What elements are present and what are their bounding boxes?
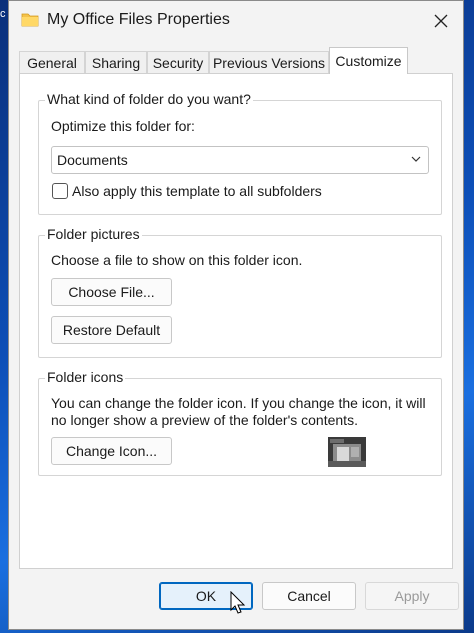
folder-pictures-group: Folder pictures Choose a file to show on… [38, 226, 442, 358]
window-title: My Office Files Properties [47, 11, 230, 28]
change-icon-button[interactable]: Change Icon... [51, 437, 172, 465]
folder-pictures-description: Choose a file to show on this folder ico… [51, 252, 303, 268]
optimize-select-value: Documents [57, 152, 128, 168]
tab-previous-versions[interactable]: Previous Versions [209, 51, 329, 73]
title-bar[interactable]: My Office Files Properties [9, 1, 463, 41]
background-window-edge-text: c [0, 8, 6, 20]
tab-customize[interactable]: Customize [329, 47, 408, 74]
mouse-cursor-icon [230, 591, 246, 614]
tab-general[interactable]: General [19, 51, 85, 73]
cancel-button[interactable]: Cancel [262, 582, 356, 610]
customize-panel: What kind of folder do you want? Optimiz… [19, 73, 453, 569]
folder-type-group-label: What kind of folder do you want? [45, 91, 253, 107]
apply-subfolders-checkbox[interactable] [52, 183, 68, 199]
chevron-down-icon [411, 156, 421, 162]
optimize-select[interactable]: Documents [51, 146, 429, 174]
close-icon [434, 14, 448, 28]
folder-icons-group: Folder icons You can change the folder i… [38, 369, 442, 476]
tab-sharing[interactable]: Sharing [85, 51, 147, 73]
tab-strip: General Sharing Security Previous Versio… [9, 47, 463, 74]
tab-security[interactable]: Security [147, 51, 209, 73]
folder-type-group: What kind of folder do you want? Optimiz… [38, 91, 442, 215]
apply-subfolders-label[interactable]: Also apply this template to all subfolde… [72, 183, 322, 199]
folder-icons-description: You can change the folder icon. If you c… [51, 395, 426, 428]
folder-icons-group-label: Folder icons [45, 369, 126, 385]
close-button[interactable] [419, 3, 463, 39]
restore-default-button[interactable]: Restore Default [51, 316, 172, 344]
folder-icon [21, 13, 39, 27]
folder-preview-icon [328, 437, 366, 467]
choose-file-button[interactable]: Choose File... [51, 278, 172, 306]
properties-dialog: My Office Files Properties General Shari… [8, 0, 464, 630]
apply-button[interactable]: Apply [365, 582, 459, 610]
folder-pictures-group-label: Folder pictures [45, 226, 142, 242]
optimize-label: Optimize this folder for: [51, 118, 195, 134]
